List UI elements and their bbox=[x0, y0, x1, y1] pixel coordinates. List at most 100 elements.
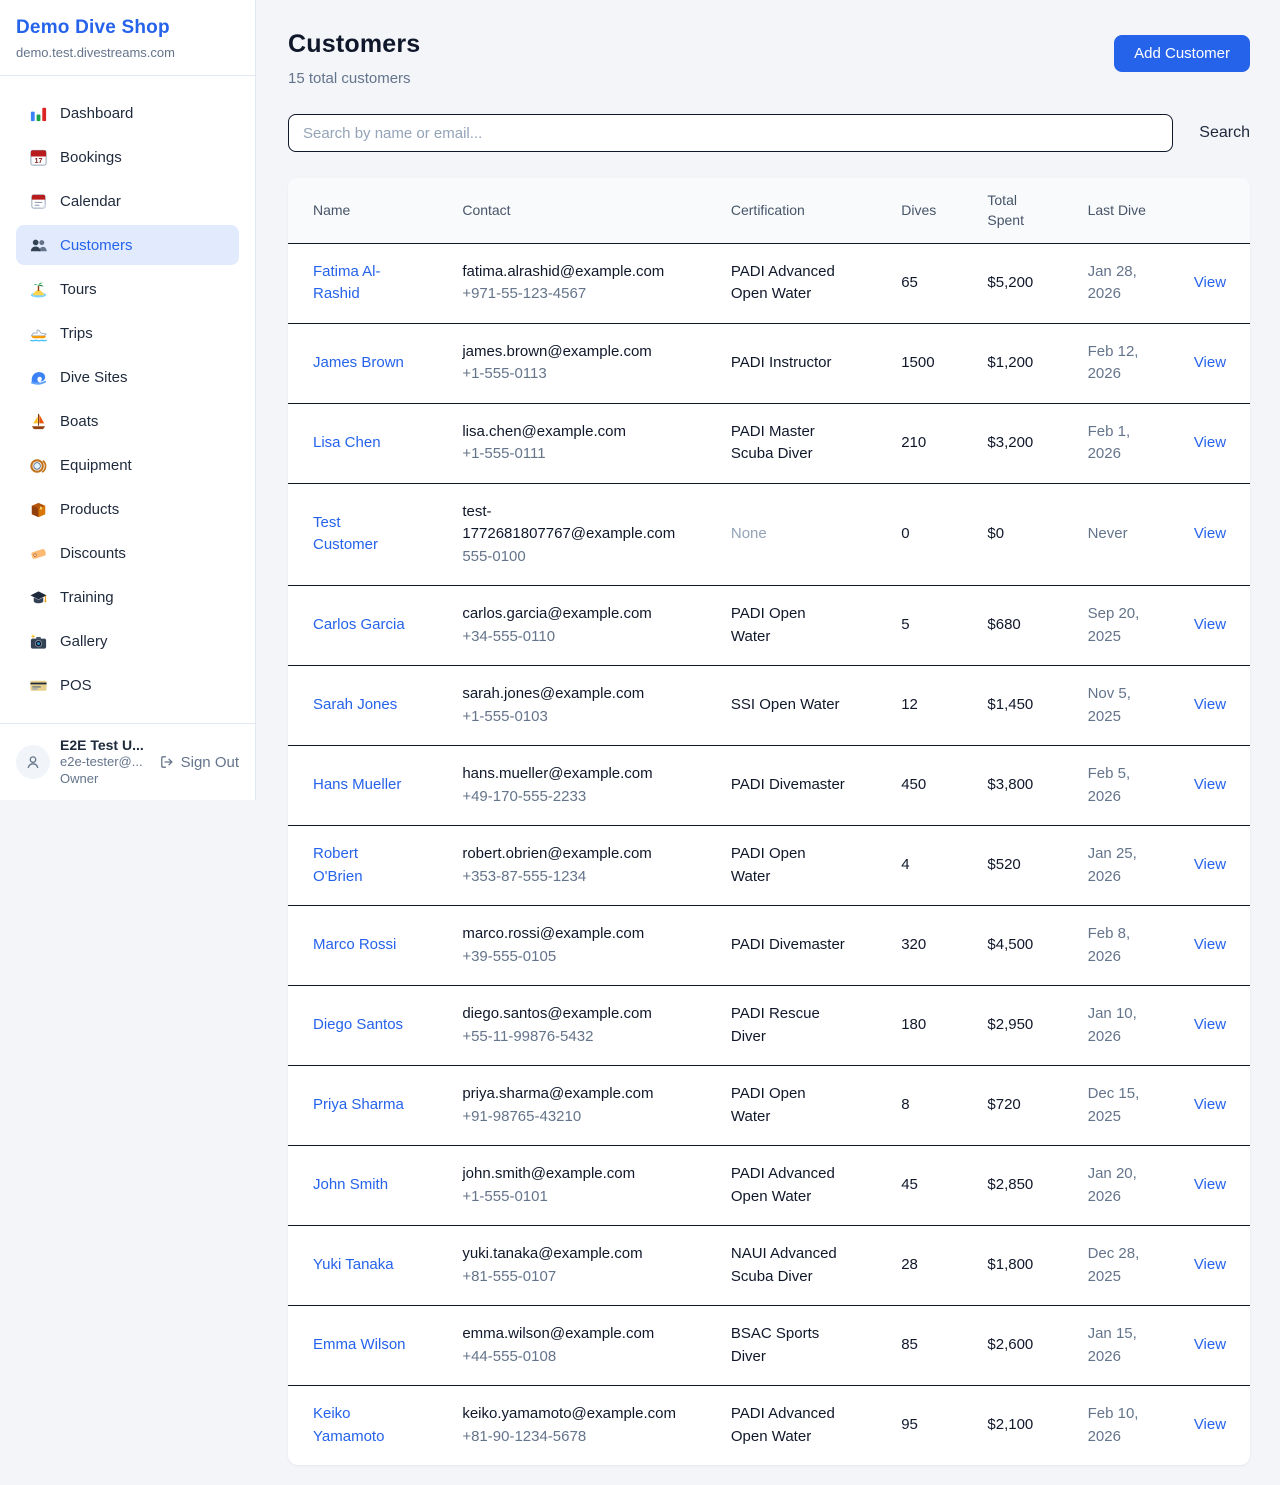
customers-table: Name Contact Certification Dives Total S… bbox=[288, 178, 1250, 1465]
sidebar-item-pos[interactable]: POS bbox=[16, 665, 239, 705]
sidebar-item-training[interactable]: Training bbox=[16, 577, 239, 617]
view-link[interactable]: View bbox=[1194, 1336, 1226, 1353]
camera-icon bbox=[28, 631, 48, 651]
customer-name-link[interactable]: Robert O'Brien bbox=[313, 843, 409, 888]
certification-text: PADI Rescue Diver bbox=[731, 1003, 847, 1048]
view-link[interactable]: View bbox=[1194, 434, 1226, 451]
view-link[interactable]: View bbox=[1194, 936, 1226, 953]
view-link[interactable]: View bbox=[1194, 696, 1226, 713]
add-customer-button[interactable]: Add Customer bbox=[1114, 35, 1250, 72]
last-dive-date: Feb 10, 2026 bbox=[1088, 1403, 1158, 1448]
sign-out-button[interactable]: Sign Out bbox=[159, 754, 239, 771]
view-link[interactable]: View bbox=[1194, 776, 1226, 793]
last-dive-date: Feb 12, 2026 bbox=[1088, 341, 1158, 386]
sidebar-item-label: Equipment bbox=[60, 457, 132, 474]
view-link[interactable]: View bbox=[1194, 354, 1226, 371]
shop-domain: demo.test.divestreams.com bbox=[16, 45, 239, 60]
sidebar-item-trips[interactable]: Trips bbox=[16, 313, 239, 353]
sidebar-item-label: Training bbox=[60, 589, 114, 606]
customer-name-link[interactable]: Marco Rossi bbox=[313, 934, 396, 957]
table-row: Yuki Tanaka yuki.tanaka@example.com +81-… bbox=[288, 1226, 1250, 1306]
sidebar-item-products[interactable]: Products bbox=[16, 489, 239, 529]
view-link[interactable]: View bbox=[1194, 856, 1226, 873]
customer-email: priya.sharma@example.com bbox=[462, 1083, 674, 1106]
shop-name[interactable]: Demo Dive Shop bbox=[16, 17, 239, 39]
dives-count: 85 bbox=[885, 1306, 971, 1386]
total-customers-count: 15 total customers bbox=[288, 70, 420, 87]
view-link[interactable]: View bbox=[1194, 1256, 1226, 1273]
view-link[interactable]: View bbox=[1194, 525, 1226, 542]
user-role: Owner bbox=[60, 771, 149, 788]
customer-name-link[interactable]: James Brown bbox=[313, 352, 404, 375]
sidebar-item-label: Bookings bbox=[60, 149, 122, 166]
table-row: Carlos Garcia carlos.garcia@example.com … bbox=[288, 586, 1250, 666]
sidebar-item-calendar[interactable]: Calendar bbox=[16, 181, 239, 221]
sidebar-item-label: Trips bbox=[60, 325, 93, 342]
customer-phone: +353-87-555-1234 bbox=[462, 866, 699, 889]
total-spent-value: $2,600 bbox=[971, 1306, 1071, 1386]
customer-name-link[interactable]: Emma Wilson bbox=[313, 1334, 406, 1357]
customer-email: test-1772681807767@example.com bbox=[462, 501, 674, 546]
customer-name-link[interactable]: Test Customer bbox=[313, 512, 409, 557]
search-input[interactable] bbox=[288, 114, 1173, 152]
sidebar-item-bookings[interactable]: 17 Bookings bbox=[16, 137, 239, 177]
view-link[interactable]: View bbox=[1194, 1096, 1226, 1113]
total-spent-value: $2,850 bbox=[971, 1146, 1071, 1226]
search-button[interactable]: Search bbox=[1173, 124, 1250, 142]
sidebar-item-customers[interactable]: Customers bbox=[16, 225, 239, 265]
sidebar-item-label: Customers bbox=[60, 237, 133, 254]
total-spent-value: $720 bbox=[971, 1066, 1071, 1146]
last-dive-date: Dec 28, 2025 bbox=[1088, 1243, 1158, 1288]
view-link[interactable]: View bbox=[1194, 1176, 1226, 1193]
view-link[interactable]: View bbox=[1194, 1016, 1226, 1033]
sidebar-item-gallery[interactable]: Gallery bbox=[16, 621, 239, 661]
certification-text: PADI Master Scuba Diver bbox=[731, 421, 847, 466]
dives-count: 450 bbox=[885, 746, 971, 826]
column-header-certification: Certification bbox=[715, 178, 885, 243]
total-spent-value: $1,450 bbox=[971, 666, 1071, 746]
table-header-row: Name Contact Certification Dives Total S… bbox=[288, 178, 1250, 243]
sidebar-item-label: Products bbox=[60, 501, 119, 518]
sidebar-item-boats[interactable]: Boats bbox=[16, 401, 239, 441]
table-row: Marco Rossi marco.rossi@example.com +39-… bbox=[288, 906, 1250, 986]
customer-name-link[interactable]: Diego Santos bbox=[313, 1014, 403, 1037]
table-row: Priya Sharma priya.sharma@example.com +9… bbox=[288, 1066, 1250, 1146]
view-link[interactable]: View bbox=[1194, 1416, 1226, 1433]
customer-email: sarah.jones@example.com bbox=[462, 683, 674, 706]
customer-phone: +81-555-0107 bbox=[462, 1266, 699, 1289]
customer-email: john.smith@example.com bbox=[462, 1163, 674, 1186]
table-row: John Smith john.smith@example.com +1-555… bbox=[288, 1146, 1250, 1226]
dives-count: 28 bbox=[885, 1226, 971, 1306]
tearoff-calendar-icon bbox=[28, 191, 48, 211]
view-link[interactable]: View bbox=[1194, 616, 1226, 633]
avatar bbox=[16, 745, 50, 779]
dives-count: 12 bbox=[885, 666, 971, 746]
sidebar-item-discounts[interactable]: Discounts bbox=[16, 533, 239, 573]
customer-name-link[interactable]: Lisa Chen bbox=[313, 432, 381, 455]
customer-name-link[interactable]: Keiko Yamamoto bbox=[313, 1403, 409, 1448]
last-dive-date: Jan 25, 2026 bbox=[1088, 843, 1158, 888]
customer-name-link[interactable]: Carlos Garcia bbox=[313, 614, 405, 637]
sidebar-item-tours[interactable]: Tours bbox=[16, 269, 239, 309]
last-dive-date: Nov 5, 2025 bbox=[1088, 683, 1158, 728]
sidebar-item-dashboard[interactable]: Dashboard bbox=[16, 93, 239, 133]
dives-count: 5 bbox=[885, 586, 971, 666]
column-header-actions bbox=[1178, 178, 1250, 243]
sidebar-item-equipment[interactable]: Equipment bbox=[16, 445, 239, 485]
sidebar-item-label: Boats bbox=[60, 413, 98, 430]
customer-name-link[interactable]: John Smith bbox=[313, 1174, 388, 1197]
customer-phone: +49-170-555-2233 bbox=[462, 786, 699, 809]
total-spent-value: $1,800 bbox=[971, 1226, 1071, 1306]
total-spent-value: $5,200 bbox=[971, 243, 1071, 323]
customer-name-link[interactable]: Hans Mueller bbox=[313, 774, 401, 797]
dives-count: 45 bbox=[885, 1146, 971, 1226]
total-spent-value: $3,200 bbox=[971, 403, 1071, 483]
view-link[interactable]: View bbox=[1194, 274, 1226, 291]
sidebar: Demo Dive Shop demo.test.divestreams.com… bbox=[0, 0, 256, 800]
customer-name-link[interactable]: Fatima Al-Rashid bbox=[313, 261, 409, 306]
last-dive-date: Never bbox=[1088, 523, 1128, 546]
customer-name-link[interactable]: Priya Sharma bbox=[313, 1094, 404, 1117]
sidebar-item-dive-sites[interactable]: Dive Sites bbox=[16, 357, 239, 397]
customer-name-link[interactable]: Sarah Jones bbox=[313, 694, 397, 717]
customer-name-link[interactable]: Yuki Tanaka bbox=[313, 1254, 394, 1277]
